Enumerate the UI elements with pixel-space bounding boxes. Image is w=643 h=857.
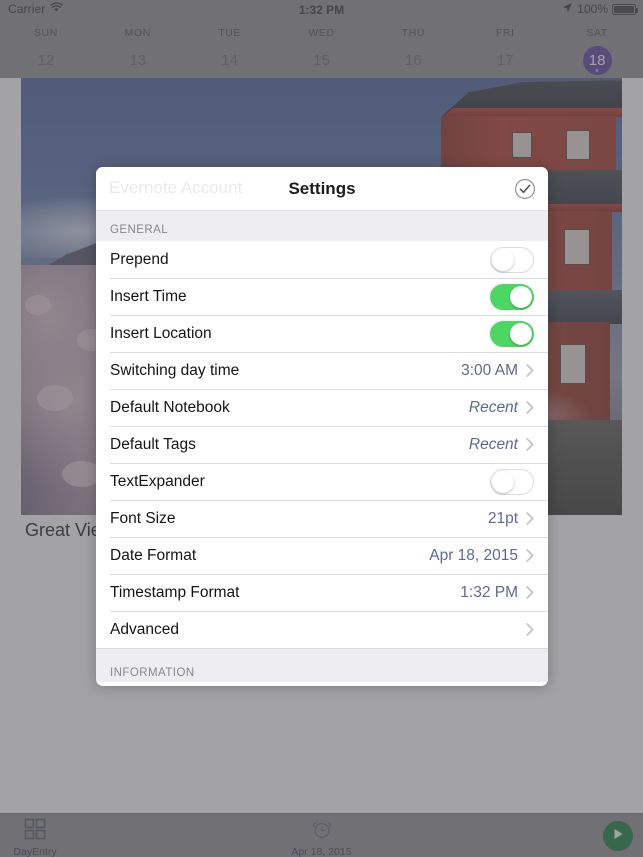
setting-row-switching-day-time[interactable]: Switching day time 3:00 AM	[96, 352, 548, 389]
done-checkmark-button[interactable]	[514, 178, 536, 200]
textexpander-toggle[interactable]	[490, 468, 534, 495]
setting-row-prepend[interactable]: Prepend	[96, 241, 548, 278]
setting-row-insert-location[interactable]: Insert Location	[96, 315, 548, 352]
chevron-right-icon	[526, 401, 534, 414]
settings-list-general: Prepend Insert Time Insert Location Swit…	[96, 241, 548, 648]
setting-value: Recent	[468, 435, 518, 453]
setting-label: Prepend	[110, 250, 169, 268]
setting-row-font-size[interactable]: Font Size 21pt	[96, 500, 548, 537]
setting-label: Advanced	[110, 620, 179, 638]
settings-modal-header: Evernote Account Settings	[96, 167, 548, 210]
chevron-right-icon	[526, 512, 534, 525]
settings-modal: Evernote Account Settings GENERAL Prepen…	[96, 167, 548, 686]
setting-label: Switching day time	[110, 361, 240, 379]
setting-value: Apr 18, 2015	[429, 546, 518, 564]
setting-label: Insert Location	[110, 324, 212, 342]
section-header-general: GENERAL	[96, 210, 548, 241]
setting-value: 3:00 AM	[461, 361, 518, 379]
chevron-right-icon	[526, 364, 534, 377]
setting-row-insert-time[interactable]: Insert Time	[96, 278, 548, 315]
setting-value: Recent	[468, 398, 518, 416]
insert-location-toggle[interactable]	[490, 320, 534, 347]
insert-time-toggle[interactable]	[490, 283, 534, 310]
ipad-screen: Great Vie DayEntry	[0, 0, 643, 857]
settings-title: Settings	[288, 178, 356, 198]
setting-row-default-tags[interactable]: Default Tags Recent	[96, 426, 548, 463]
setting-label: Timestamp Format	[110, 583, 240, 601]
evernote-account-ghost-label: Evernote Account	[109, 178, 243, 197]
section-header-information: INFORMATION	[96, 648, 548, 682]
setting-row-textexpander[interactable]: TextExpander	[96, 463, 548, 500]
setting-label: TextExpander	[110, 472, 205, 490]
setting-label: Date Format	[110, 546, 197, 564]
setting-value: 21pt	[487, 509, 518, 527]
setting-row-advanced[interactable]: Advanced	[96, 611, 548, 648]
setting-label: Default Notebook	[110, 398, 230, 416]
setting-label: Default Tags	[110, 435, 196, 453]
setting-row-default-notebook[interactable]: Default Notebook Recent	[96, 389, 548, 426]
setting-value: 1:32 PM	[460, 583, 518, 601]
chevron-right-icon	[526, 623, 534, 636]
setting-label: Font Size	[110, 509, 176, 527]
prepend-toggle[interactable]	[490, 246, 534, 273]
chevron-right-icon	[526, 438, 534, 451]
setting-row-timestamp-format[interactable]: Timestamp Format 1:32 PM	[96, 574, 548, 611]
chevron-right-icon	[526, 586, 534, 599]
setting-label: Insert Time	[110, 287, 187, 305]
chevron-right-icon	[526, 549, 534, 562]
setting-row-date-format[interactable]: Date Format Apr 18, 2015	[96, 537, 548, 574]
checkmark-circle-icon	[514, 179, 536, 204]
